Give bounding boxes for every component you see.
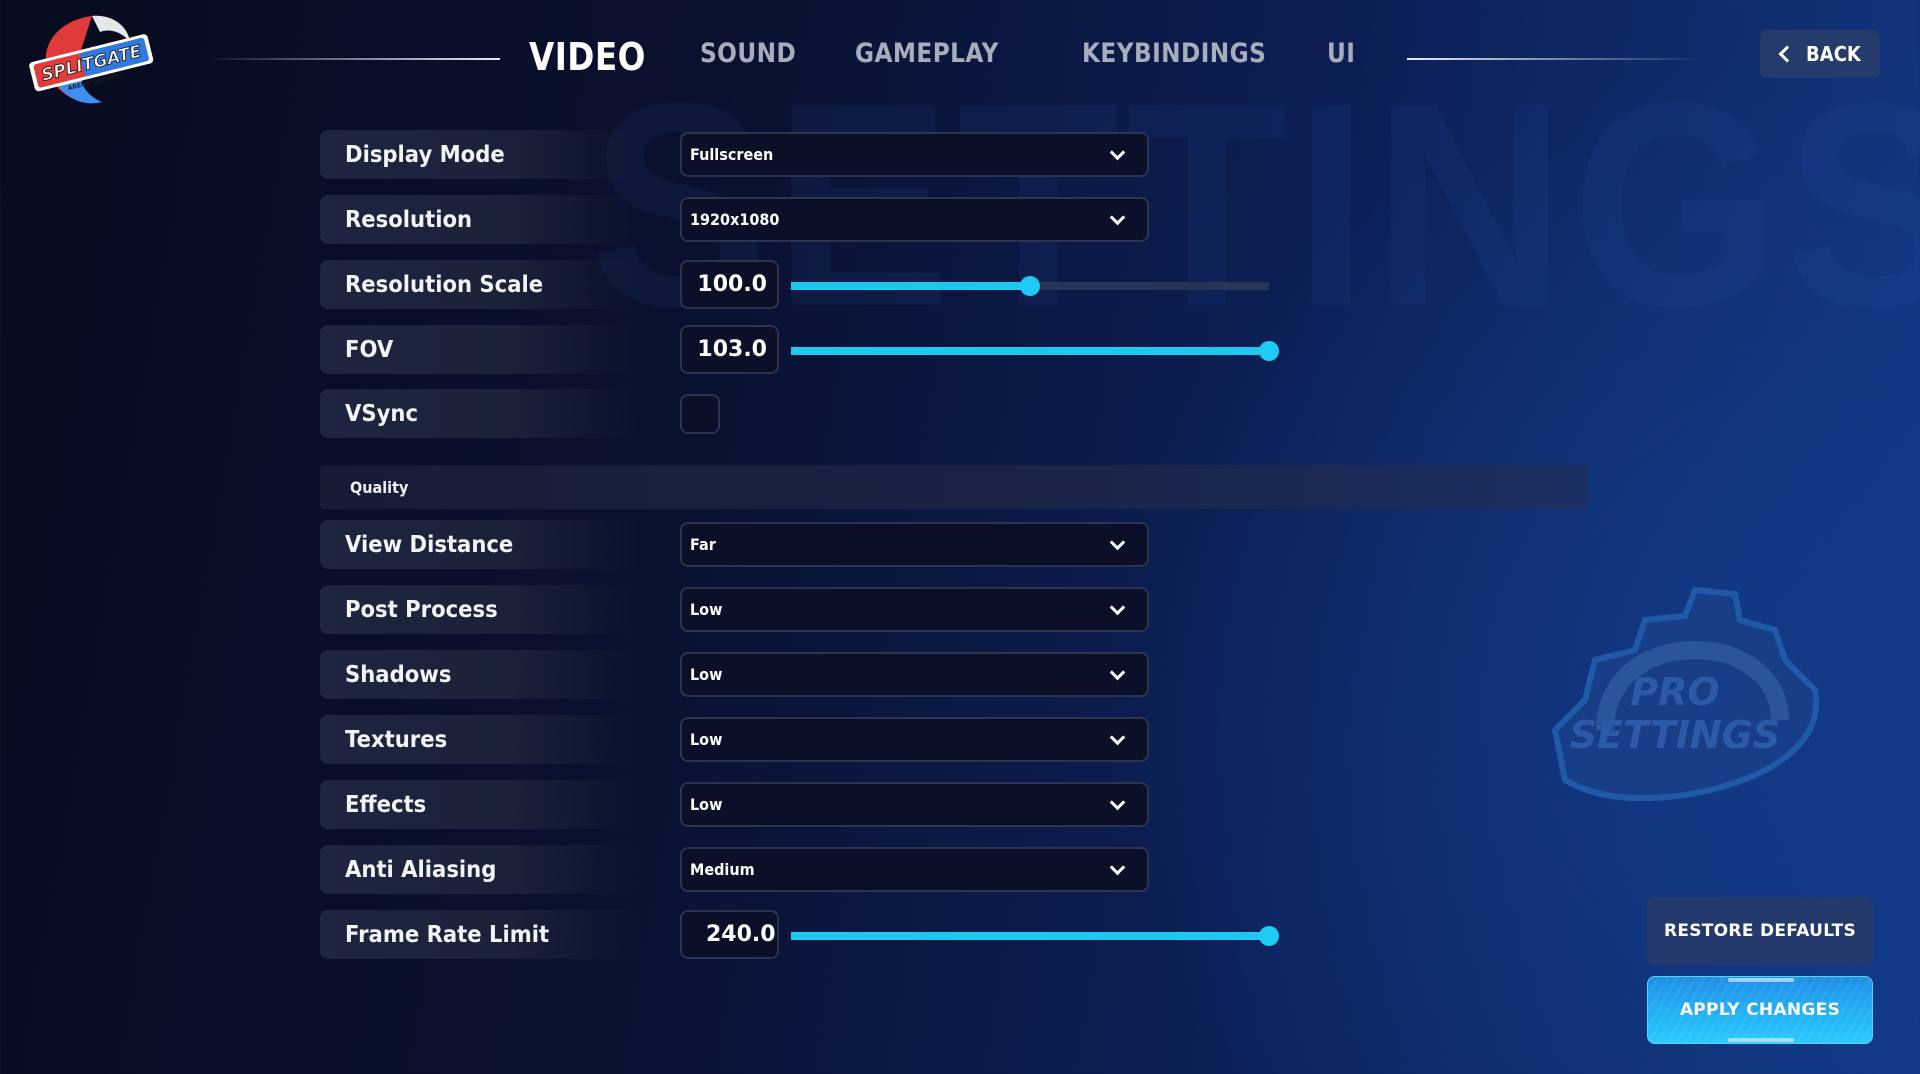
fov-slider[interactable] [791, 341, 1279, 361]
setting-row-view-distance: View Distance Far [320, 520, 1320, 569]
chevron-down-icon [1109, 144, 1126, 161]
slider-fill [791, 932, 1269, 940]
setting-row-display-mode: Display Mode Fullscreen [320, 130, 1320, 179]
label-text: VSync [345, 400, 419, 427]
dropdown-value: Low [690, 600, 723, 619]
tab-video[interactable]: VIDEO [529, 35, 646, 79]
shadows-dropdown[interactable]: Low [680, 652, 1149, 697]
setting-row-effects: Effects Low [320, 780, 1320, 829]
dropdown-value: Medium [690, 860, 755, 879]
label-text: Resolution [345, 206, 473, 233]
section-header-quality: Quality [320, 465, 1588, 509]
setting-label: Resolution Scale [320, 260, 640, 309]
setting-label: View Distance [320, 520, 640, 569]
chevron-down-icon [1109, 664, 1126, 681]
pro-text: PRO [1630, 670, 1719, 714]
settings-text: SETTINGS [1570, 713, 1781, 757]
chevron-down-icon [1109, 729, 1126, 746]
back-button[interactable]: BACK [1760, 30, 1880, 78]
chevron-left-icon [1778, 45, 1796, 63]
slider-thumb[interactable] [1020, 276, 1040, 296]
setting-row-fov: FOV 103.0 [320, 325, 1320, 374]
setting-label: Frame Rate Limit [320, 910, 640, 959]
setting-row-textures: Textures Low [320, 715, 1320, 764]
setting-row-resolution-scale: Resolution Scale 100.0 [320, 260, 1320, 309]
setting-label: Post Process [320, 585, 640, 634]
setting-label: Resolution [320, 195, 640, 244]
tab-keybindings[interactable]: KEYBINDINGS [1082, 38, 1266, 69]
label-text: Resolution Scale [345, 271, 544, 298]
setting-row-anti-aliasing: Anti Aliasing Medium [320, 845, 1320, 894]
resolution-scale-slider[interactable] [791, 276, 1269, 296]
label-text: Effects [345, 791, 427, 818]
label-text: Textures [345, 726, 448, 753]
setting-label: Textures [320, 715, 640, 764]
setting-label: VSync [320, 389, 640, 438]
anti-aliasing-dropdown[interactable]: Medium [680, 847, 1149, 892]
pro-settings-watermark-logo: PRO SETTINGS [1551, 586, 1820, 802]
tab-gameplay[interactable]: GAMEPLAY [855, 38, 999, 69]
setting-label: Anti Aliasing [320, 845, 640, 894]
label-text: View Distance [345, 531, 514, 558]
setting-label: Effects [320, 780, 640, 829]
splitgate-logo: SPLITGATE ARENA WARFARE [29, 15, 154, 104]
slider-thumb[interactable] [1259, 926, 1279, 946]
setting-label: Shadows [320, 650, 640, 699]
back-label: BACK [1805, 42, 1861, 66]
resolution-dropdown[interactable]: 1920x1080 [680, 197, 1149, 242]
tab-ui[interactable]: UI [1327, 38, 1355, 69]
fov-input[interactable]: 103.0 [680, 325, 779, 374]
label-text: FOV [345, 336, 394, 363]
vsync-checkbox[interactable] [680, 394, 720, 434]
chevron-down-icon [1109, 599, 1126, 616]
dropdown-value: Fullscreen [690, 145, 774, 164]
setting-row-post-process: Post Process Low [320, 585, 1320, 634]
slider-thumb[interactable] [1259, 341, 1279, 361]
view-distance-dropdown[interactable]: Far [680, 522, 1149, 567]
slider-fill [791, 282, 1030, 290]
apply-changes-button[interactable]: APPLY CHANGES [1647, 976, 1873, 1044]
effects-dropdown[interactable]: Low [680, 782, 1149, 827]
chevron-down-icon [1109, 209, 1126, 226]
slider-fill [791, 347, 1269, 355]
setting-row-resolution: Resolution 1920x1080 [320, 195, 1320, 244]
label-text: Frame Rate Limit [345, 921, 550, 948]
nav-divider-left [205, 58, 500, 60]
setting-row-shadows: Shadows Low [320, 650, 1320, 699]
nav-divider-right [1407, 58, 1702, 60]
setting-row-frame-rate-limit: Frame Rate Limit 240.0 [320, 910, 1320, 959]
chevron-down-icon [1109, 534, 1126, 551]
chevron-down-icon [1109, 859, 1126, 876]
dropdown-value: Far [690, 535, 716, 554]
dropdown-value: Low [690, 795, 723, 814]
tab-sound[interactable]: SOUND [700, 38, 796, 69]
frame-rate-limit-input[interactable]: 240.0 [680, 910, 779, 959]
label-text: Quality [350, 477, 409, 497]
chevron-down-icon [1109, 794, 1126, 811]
restore-defaults-button[interactable]: RESTORE DEFAULTS [1647, 897, 1873, 965]
resolution-scale-input[interactable]: 100.0 [680, 260, 779, 309]
label-text: Anti Aliasing [345, 856, 497, 883]
label-text: Shadows [345, 661, 452, 688]
dropdown-value: Low [690, 665, 723, 684]
dropdown-value: Low [690, 730, 723, 749]
label-text: Display Mode [345, 141, 505, 168]
textures-dropdown[interactable]: Low [680, 717, 1149, 762]
setting-label: FOV [320, 325, 640, 374]
frame-rate-limit-slider[interactable] [791, 926, 1279, 946]
setting-label: Display Mode [320, 130, 640, 179]
display-mode-dropdown[interactable]: Fullscreen [680, 132, 1149, 177]
dropdown-value: 1920x1080 [690, 210, 780, 229]
label-text: Post Process [345, 596, 498, 623]
post-process-dropdown[interactable]: Low [680, 587, 1149, 632]
setting-row-vsync: VSync [320, 389, 1320, 438]
